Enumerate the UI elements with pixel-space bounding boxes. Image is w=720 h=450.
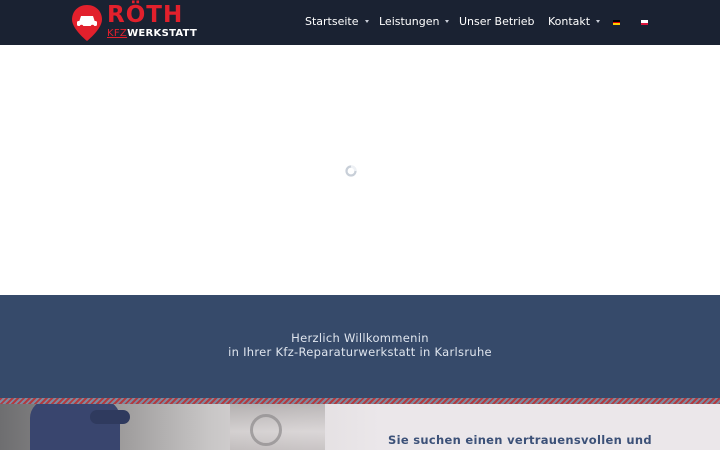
intro-section: Sie suchen einen vertrauensvollen und: [0, 404, 720, 450]
nav-item-label: Unser Betrieb: [459, 15, 535, 28]
chevron-down-icon: [596, 19, 601, 23]
nav-item-label: Startseite: [305, 15, 359, 28]
spinner-icon: [345, 165, 357, 177]
machine-part-shape: [250, 414, 282, 446]
site-header: RÖTH KFZWERKSTATT Startseite Leistungen …: [0, 0, 720, 45]
nav-item-unser-betrieb[interactable]: Unser Betrieb: [459, 15, 535, 29]
main-nav: Startseite Leistungen Unser Betrieb Kont…: [0, 0, 720, 45]
nav-item-label: Leistungen: [379, 15, 440, 28]
intro-headline: Sie suchen einen vertrauensvollen und: [388, 433, 652, 447]
workshop-photo: [0, 404, 380, 450]
nav-item-leistungen[interactable]: Leistungen: [379, 15, 450, 29]
chevron-down-icon: [364, 19, 369, 23]
nav-item-label: Kontakt: [548, 15, 591, 28]
nav-item-kontakt[interactable]: Kontakt: [548, 15, 601, 29]
flag-de-icon[interactable]: [613, 20, 620, 25]
mechanic-arm: [90, 410, 130, 424]
welcome-section: Herzlich Willkommenin in Ihrer Kfz-Repar…: [0, 295, 720, 398]
welcome-subheading: in Ihrer Kfz-Reparaturwerkstatt in Karls…: [228, 345, 492, 359]
welcome-heading: Herzlich Willkommenin: [291, 331, 429, 345]
hero-slider: [0, 45, 720, 295]
nav-item-startseite[interactable]: Startseite: [305, 15, 369, 29]
flag-pl-icon[interactable]: [641, 20, 648, 25]
chevron-down-icon: [445, 19, 450, 23]
